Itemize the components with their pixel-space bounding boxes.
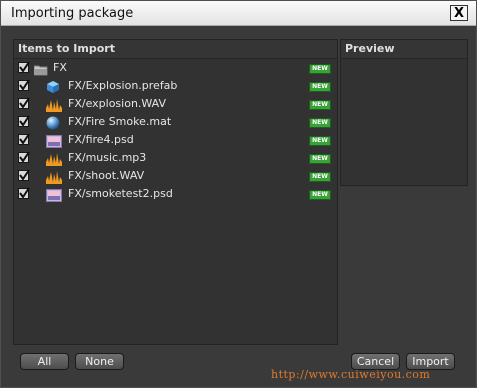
file-label: FX/shoot.WAV (68, 169, 145, 182)
folder-label: FX (53, 61, 67, 74)
new-badge: NEW (309, 136, 331, 146)
file-row[interactable]: FX/music.mp3 NEW (14, 149, 337, 167)
file-row[interactable]: FX/explosion.WAV NEW (14, 95, 337, 113)
file-label: FX/Explosion.prefab (68, 79, 178, 92)
preview-panel: Preview (340, 39, 468, 186)
import-package-dialog: Importing package X Items to Import FX N… (0, 0, 477, 388)
audio-icon (46, 169, 62, 184)
new-badge: NEW (309, 100, 331, 110)
image-icon (46, 133, 62, 148)
dialog-body: Items to Import FX NEW FX/Explosion.pref… (2, 26, 475, 386)
audio-icon (46, 151, 62, 166)
prefab-cube-icon (46, 79, 62, 93)
new-badge: NEW (309, 64, 331, 74)
folder-checkbox[interactable] (18, 61, 30, 73)
checkmark-icon (19, 169, 30, 181)
checkmark-icon (19, 115, 30, 127)
folder-row-fx[interactable]: FX NEW (14, 59, 337, 77)
file-checkbox[interactable] (18, 151, 30, 163)
file-row[interactable]: FX/Fire Smoke.mat NEW (14, 113, 337, 131)
file-label: FX/smoketest2.psd (68, 187, 173, 200)
file-row[interactable]: FX/smoketest2.psd NEW (14, 185, 337, 203)
new-badge: NEW (309, 190, 331, 200)
checkmark-icon (19, 61, 30, 73)
new-badge: NEW (309, 154, 331, 164)
file-row[interactable]: FX/Explosion.prefab NEW (14, 77, 337, 95)
file-label: FX/Fire Smoke.mat (68, 115, 172, 128)
file-checkbox[interactable] (18, 79, 30, 91)
select-none-button[interactable]: None (75, 353, 124, 370)
file-label: FX/fire4.psd (68, 133, 134, 146)
watermark: http://www.cuiweiyou.com (271, 368, 431, 381)
new-badge: NEW (309, 172, 331, 182)
preview-panel-header: Preview (341, 40, 467, 59)
image-icon (46, 187, 62, 202)
file-row[interactable]: FX/fire4.psd NEW (14, 131, 337, 149)
file-row[interactable]: FX/shoot.WAV NEW (14, 167, 337, 185)
checkmark-icon (19, 151, 30, 163)
audio-icon (46, 97, 62, 112)
folder-icon (33, 61, 50, 76)
window-title: Importing package (11, 6, 134, 21)
new-badge: NEW (309, 118, 331, 128)
file-checkbox[interactable] (18, 133, 30, 145)
checkmark-icon (19, 79, 30, 91)
checkmark-icon (19, 133, 30, 145)
file-checkbox[interactable] (18, 169, 30, 181)
close-button[interactable]: X (450, 5, 468, 21)
file-checkbox[interactable] (18, 97, 30, 109)
items-to-import-panel: Items to Import FX NEW FX/Explosion.pref… (13, 39, 338, 345)
file-checkbox[interactable] (18, 187, 30, 199)
title-bar[interactable]: Importing package X (1, 1, 476, 26)
items-panel-header: Items to Import (14, 40, 337, 59)
file-label: FX/music.mp3 (68, 151, 147, 164)
checkmark-icon (19, 187, 30, 199)
new-badge: NEW (309, 82, 331, 92)
material-sphere-icon (46, 115, 62, 130)
file-checkbox[interactable] (18, 115, 30, 127)
file-label: FX/explosion.WAV (68, 97, 167, 110)
checkmark-icon (19, 97, 30, 109)
select-all-button[interactable]: All (20, 353, 69, 370)
